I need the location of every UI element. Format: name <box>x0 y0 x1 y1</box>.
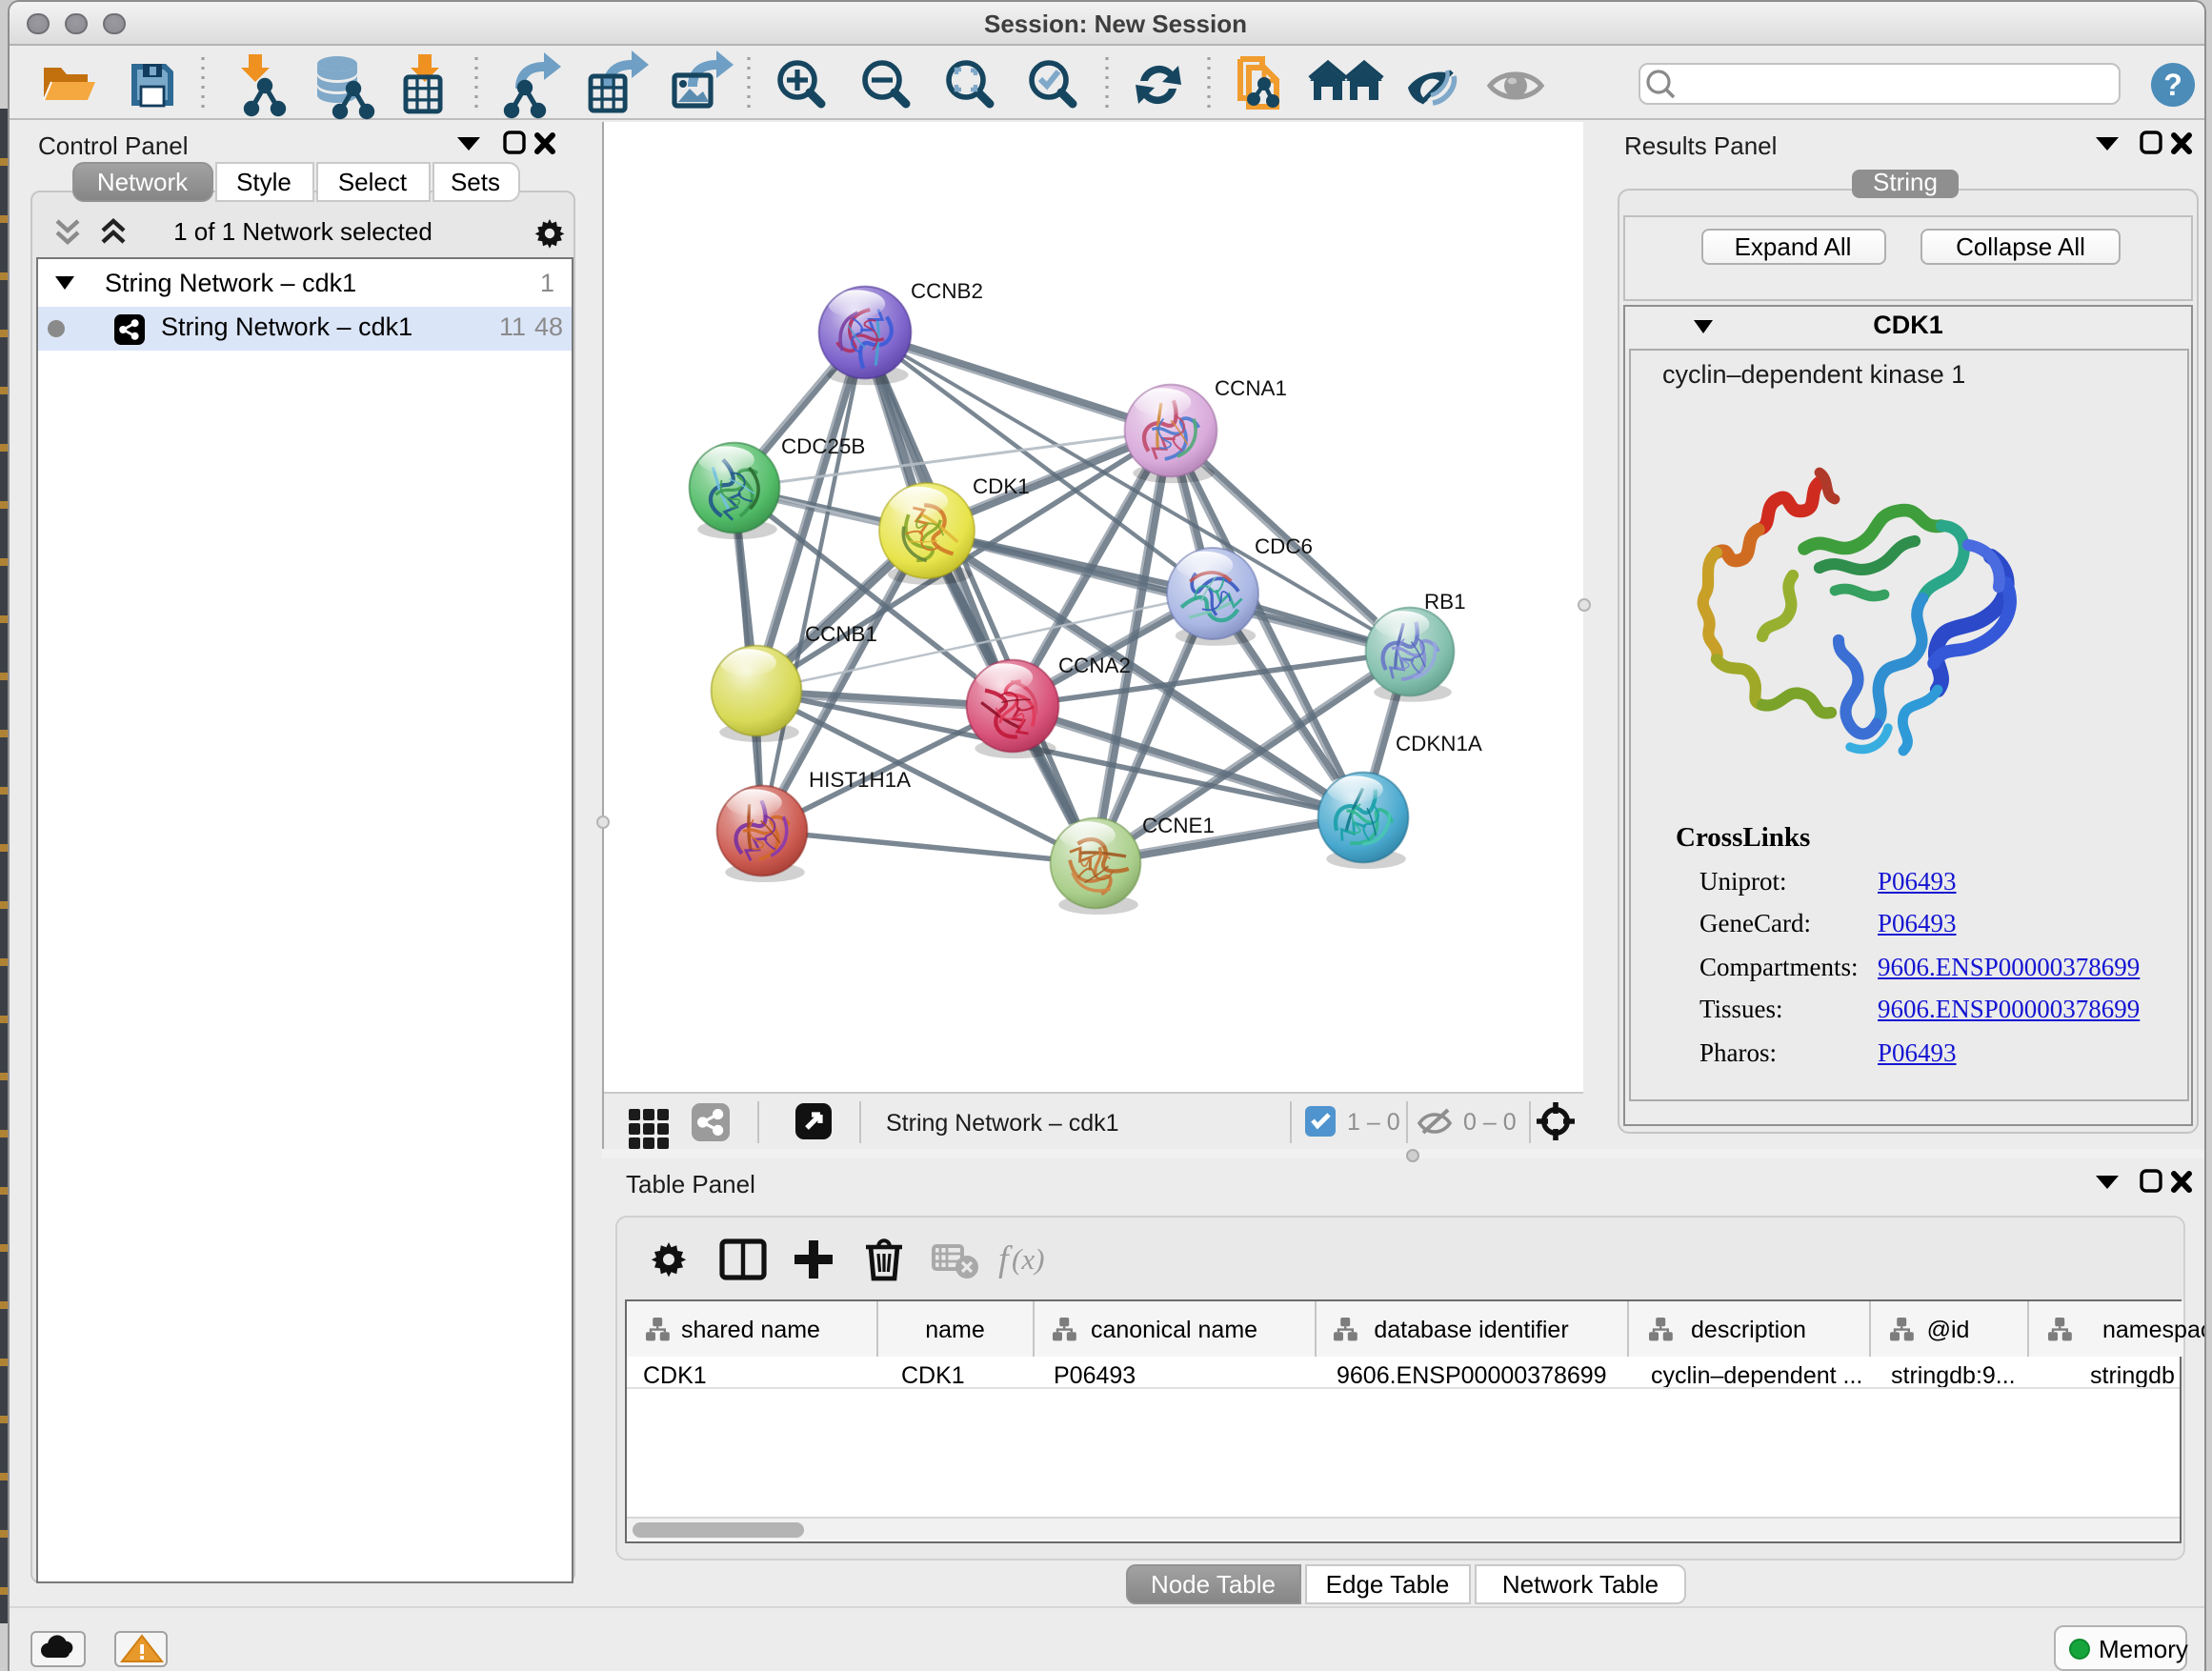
svg-text:CCNE1: CCNE1 <box>1142 813 1215 836</box>
svg-text:CDKN1A: CDKN1A <box>1396 731 1482 755</box>
svg-text:CCNB1: CCNB1 <box>805 621 877 645</box>
svg-text:RB1: RB1 <box>1424 589 1466 613</box>
svg-text:0 – 0: 0 – 0 <box>1463 1108 1517 1135</box>
svg-text:CDC6: CDC6 <box>1255 534 1313 557</box>
svg-text:1 – 0: 1 – 0 <box>1347 1108 1400 1135</box>
svg-text:CDK1: CDK1 <box>973 473 1030 497</box>
svg-text:String Network – cdk1: String Network – cdk1 <box>886 1109 1119 1136</box>
svg-text:?: ? <box>2163 67 2182 101</box>
svg-text:CCNA2: CCNA2 <box>1058 653 1131 676</box>
svg-text:f: f <box>998 1239 1013 1279</box>
svg-text:HIST1H1A: HIST1H1A <box>809 767 911 791</box>
svg-text:CCNB2: CCNB2 <box>911 278 983 302</box>
svg-text:CCNA1: CCNA1 <box>1215 375 1287 399</box>
svg-text:(x): (x) <box>1012 1242 1044 1276</box>
svg-text:CDC25B: CDC25B <box>781 433 865 457</box>
